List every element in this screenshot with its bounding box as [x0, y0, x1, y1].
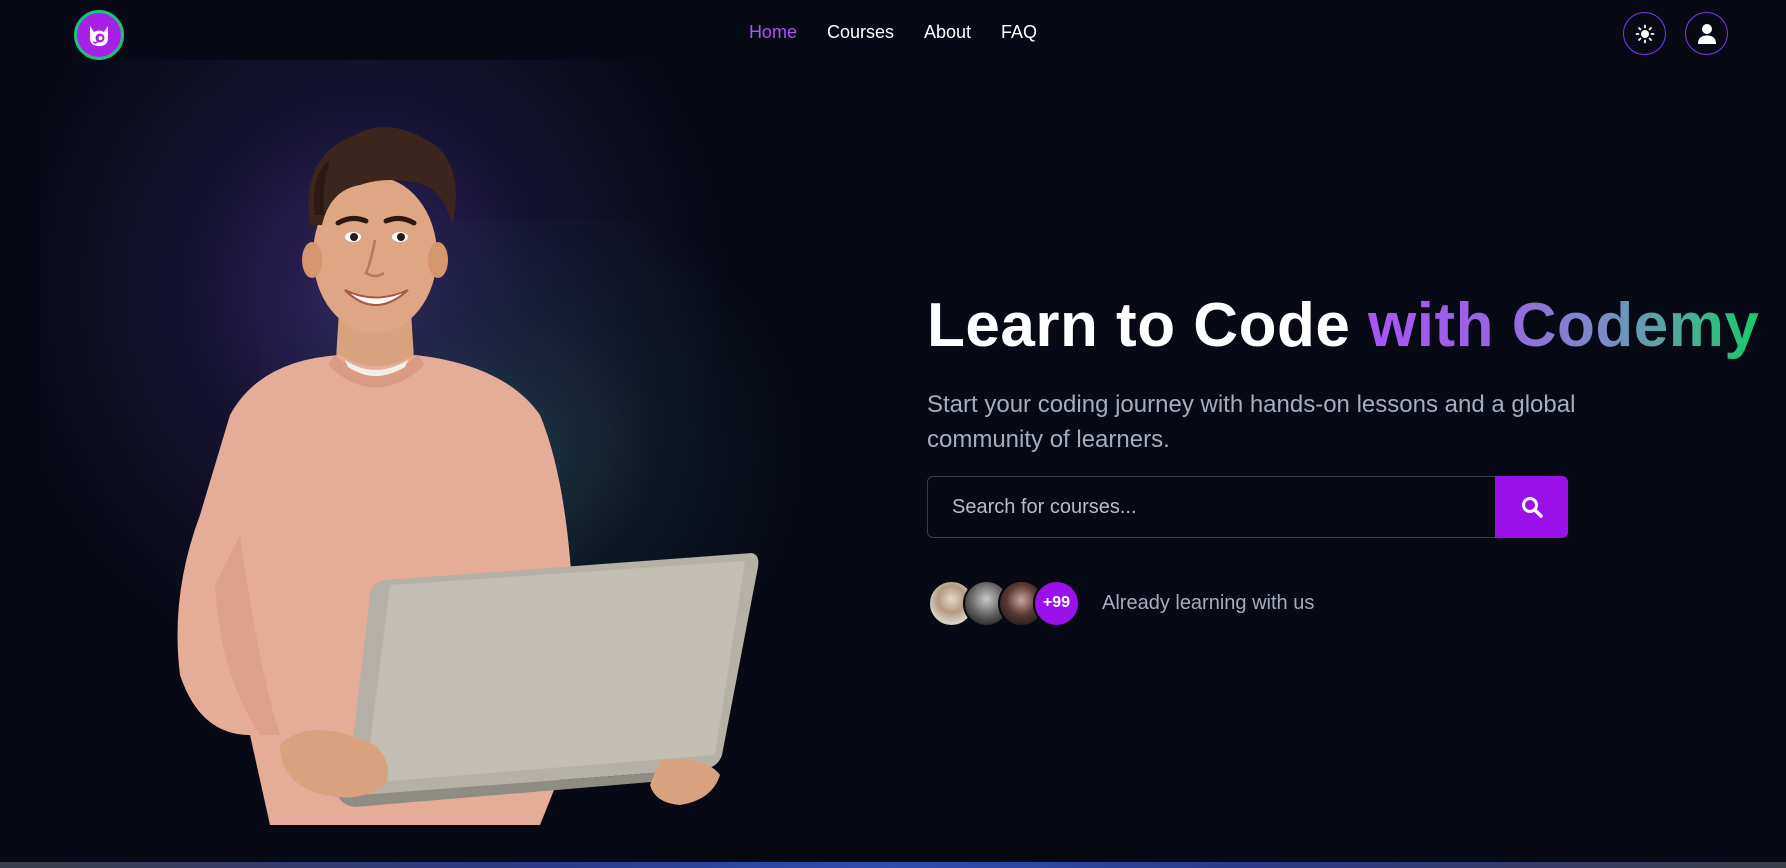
- nav-link-courses[interactable]: Courses: [827, 22, 894, 43]
- social-proof-label: Already learning with us: [1102, 591, 1315, 614]
- nav-link-about[interactable]: About: [924, 22, 971, 43]
- search-icon: [1521, 497, 1543, 518]
- search-button[interactable]: [1495, 476, 1568, 538]
- hero-title-plain: Learn to Code: [927, 291, 1351, 360]
- hero-title-accent: with Codemy: [1368, 291, 1760, 360]
- user-account-button[interactable]: [1685, 12, 1728, 55]
- user-icon: [1697, 23, 1716, 44]
- main-nav: Home Courses About FAQ: [0, 22, 1786, 43]
- learner-count-badge: +99: [1033, 579, 1080, 627]
- page-bottom-edge: [0, 862, 1786, 868]
- sun-icon: [1635, 24, 1654, 43]
- theme-toggle-button[interactable]: [1623, 12, 1666, 55]
- hero-subtitle: Start your coding journey with hands-on …: [927, 391, 1576, 453]
- navbar: Home Courses About FAQ: [0, 0, 1786, 68]
- course-search-input[interactable]: [927, 476, 1495, 538]
- nav-link-faq[interactable]: FAQ: [1001, 22, 1037, 43]
- hero-title: Learn to Code with Codemy: [927, 290, 1759, 361]
- nav-link-home[interactable]: Home: [749, 22, 797, 43]
- hero-person-image: [177, 127, 759, 825]
- social-proof: +99 Already learning with us: [928, 578, 1314, 628]
- course-search-form: [927, 476, 1568, 538]
